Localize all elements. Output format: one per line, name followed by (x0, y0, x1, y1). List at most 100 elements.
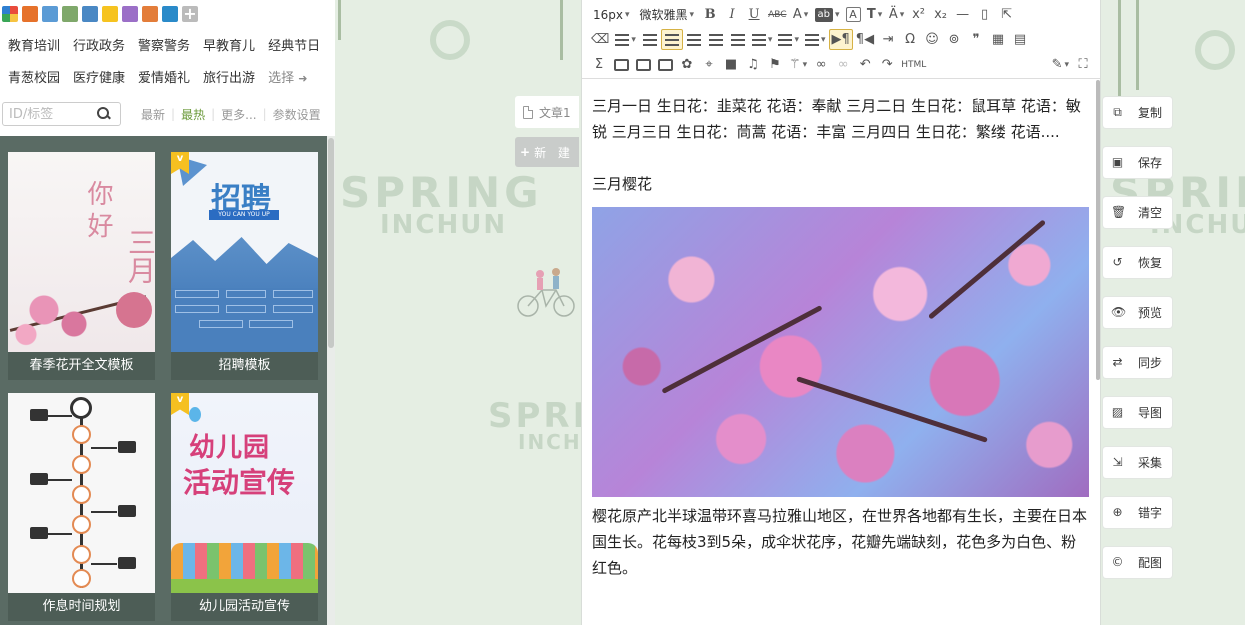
add-color-icon[interactable]: + (182, 6, 198, 22)
highlight-color-icon[interactable]: ab (812, 4, 843, 25)
html-source-button[interactable]: HTML (898, 54, 929, 75)
letter-spacing-icon[interactable]: Ä (886, 4, 908, 25)
line-height-icon[interactable] (749, 29, 776, 50)
attachment-icon[interactable]: ⚑ (764, 54, 786, 75)
category-travel[interactable]: 旅行出游 (203, 67, 255, 86)
superscript-icon[interactable]: x² (908, 4, 930, 25)
music-icon[interactable]: ♫ (742, 54, 764, 75)
export-image-button[interactable]: ▨ 导图 (1103, 397, 1172, 428)
color-swatch[interactable] (62, 6, 78, 22)
category-festival[interactable]: 经典节日 (268, 35, 320, 54)
sigma-icon[interactable]: Σ (588, 54, 610, 75)
italic-icon[interactable]: I (721, 4, 743, 25)
redo-icon[interactable]: ↷ (876, 54, 898, 75)
sleep-icon (118, 441, 136, 453)
map-icon[interactable]: ⌖ (698, 54, 720, 75)
restore-button[interactable]: ↺ 恢复 (1103, 247, 1172, 278)
save-button[interactable]: ▣ 保存 (1103, 147, 1172, 178)
search-replace-icon[interactable]: ⊚ (943, 29, 965, 50)
fullscreen-icon[interactable]: ⛶ (1072, 54, 1094, 75)
sort-hot-tab[interactable]: 最热 (181, 106, 205, 123)
more-link[interactable]: 更多... (221, 106, 256, 123)
bold-icon[interactable]: B (699, 4, 721, 25)
eraser-icon[interactable]: ⌫ (588, 29, 612, 50)
color-swatch[interactable] (162, 6, 178, 22)
template-card-schedule[interactable]: 作息时间规划 (8, 393, 155, 621)
align-left-icon[interactable] (660, 29, 683, 50)
font-family-select[interactable]: 微软雅黑 (635, 4, 700, 25)
font-size-select[interactable]: 16px (588, 4, 635, 25)
frame-icon[interactable] (654, 54, 676, 75)
match-image-button[interactable]: © 配图 (1103, 547, 1172, 578)
subscript-icon[interactable]: x₂ (930, 4, 952, 25)
template-scroll-thumb[interactable] (328, 138, 334, 348)
color-swatch[interactable] (42, 6, 58, 22)
template-card-spring[interactable]: 你好 三月 春季花开全文模板 (8, 152, 155, 380)
indent-block-icon[interactable]: ⇥ (877, 29, 899, 50)
edit-options-icon[interactable]: ✎ (1049, 54, 1072, 75)
indent-icon[interactable] (612, 29, 639, 50)
search-icon[interactable] (97, 107, 111, 121)
table-props-icon[interactable]: ▤ (1009, 29, 1031, 50)
blockquote-icon[interactable]: ❞ (965, 29, 987, 50)
video-icon[interactable]: ■ (720, 54, 742, 75)
category-campus[interactable]: 青葱校园 (8, 67, 60, 86)
category-early-education[interactable]: 早教育儿 (203, 35, 255, 54)
color-swatch[interactable] (122, 6, 138, 22)
category-medical[interactable]: 医疗健康 (73, 67, 125, 86)
sort-latest-tab[interactable]: 最新 (141, 106, 165, 123)
color-swatch[interactable] (22, 6, 38, 22)
clear-button[interactable]: 🗑 清空 (1103, 197, 1172, 228)
category-wedding[interactable]: 爱情婚礼 (138, 67, 190, 86)
rtl-direction-icon[interactable]: ¶◀ (853, 29, 877, 50)
ltr-direction-icon[interactable]: ▶¶ (828, 29, 853, 50)
settings-link[interactable]: 参数设置 (273, 106, 321, 123)
editor-content[interactable]: 三月一日 生日花：韭菜花 花语：奉献 三月二日 生日花：鼠耳草 花语：敏锐 三月… (582, 79, 1100, 623)
text-border-icon[interactable]: A (845, 7, 861, 22)
editor-scrollbar[interactable] (1096, 80, 1100, 380)
text-style-icon[interactable]: T (864, 4, 886, 25)
special-char-icon[interactable]: Ω (899, 29, 921, 50)
format-clear-icon[interactable]: ⇱ (996, 4, 1018, 25)
color-swatch[interactable] (102, 6, 118, 22)
article-tab[interactable]: 文章1 (515, 96, 579, 128)
typo-check-button[interactable]: ⊕ 错字 (1103, 497, 1172, 528)
align-right-icon[interactable] (705, 29, 727, 50)
color-swatch[interactable] (142, 6, 158, 22)
image-icon[interactable] (610, 54, 632, 75)
copy-button[interactable]: ⧉ 复制 (1103, 97, 1172, 128)
emoji-icon[interactable]: ☺ (921, 29, 943, 50)
link-icon[interactable]: ∞ (810, 54, 832, 75)
undo-icon[interactable]: ↶ (854, 54, 876, 75)
category-police[interactable]: 警察警务 (138, 35, 190, 54)
font-color-icon[interactable]: A (790, 4, 812, 25)
align-justify-icon[interactable] (727, 29, 749, 50)
search-input[interactable] (9, 106, 97, 122)
template-scrollbar[interactable] (327, 136, 335, 625)
category-government[interactable]: 行政政务 (73, 35, 125, 54)
collect-button[interactable]: ⇲ 采集 (1103, 447, 1172, 478)
preview-button[interactable]: 👁 预览 (1103, 297, 1172, 328)
template-card-recruit[interactable]: 招聘 YOU CAN YOU UP v 招聘模板 (171, 152, 318, 380)
new-page-icon[interactable]: ▯ (974, 4, 996, 25)
underline-icon[interactable]: U (743, 4, 765, 25)
strikethrough-icon[interactable]: ABC (765, 4, 789, 25)
unlink-icon[interactable]: ∞ (832, 54, 854, 75)
color-swatch-all[interactable] (2, 6, 18, 22)
category-select-button[interactable]: 选择 ➜ (268, 67, 307, 86)
new-article-button[interactable]: + 新 建 (515, 137, 579, 167)
align-center-icon[interactable] (683, 29, 705, 50)
horizontal-rule-icon[interactable]: — (952, 4, 974, 25)
sync-button[interactable]: ⇄ 同步 (1103, 347, 1172, 378)
magic-wand-icon[interactable]: ⚚ (786, 54, 810, 75)
color-swatch[interactable] (82, 6, 98, 22)
category-education[interactable]: 教育培训 (8, 35, 60, 54)
list-spacing-icon[interactable] (802, 29, 829, 50)
table-icon[interactable]: ▦ (987, 29, 1009, 50)
cherry-blossom-image[interactable] (592, 207, 1089, 497)
multi-image-icon[interactable] (632, 54, 654, 75)
template-card-kindergarten[interactable]: 幼儿园 活动宣传 v 幼儿园活动宣传 (171, 393, 318, 621)
palette-icon[interactable]: ✿ (676, 54, 698, 75)
outdent-icon[interactable] (639, 29, 661, 50)
paragraph-spacing-icon[interactable] (775, 29, 802, 50)
